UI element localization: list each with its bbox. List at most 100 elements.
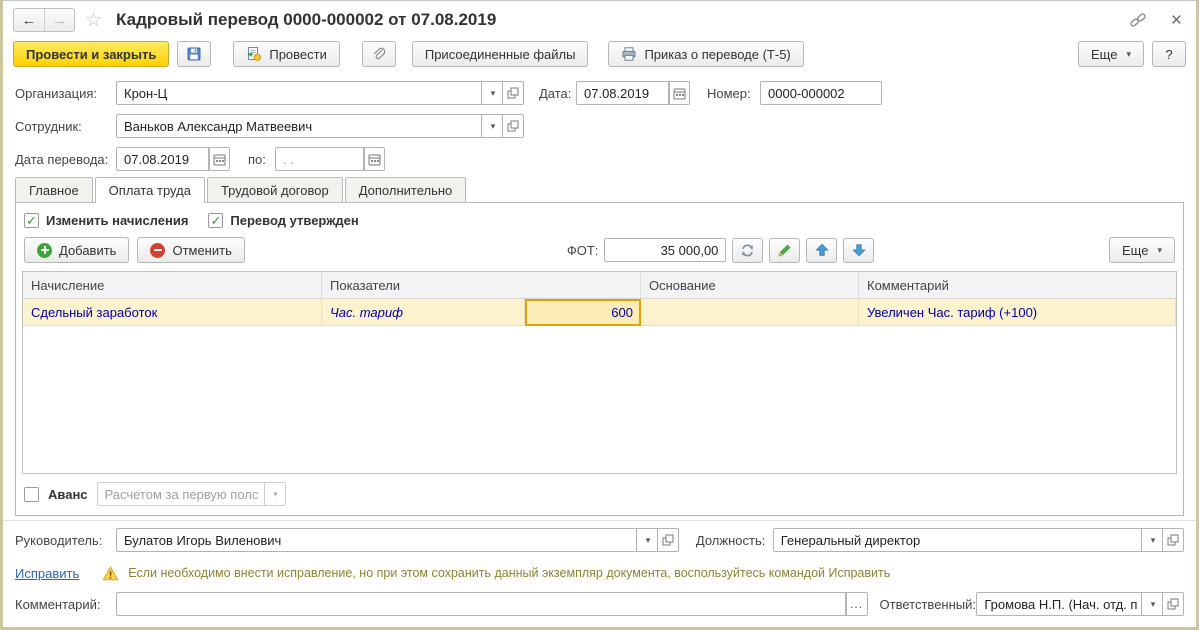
chevron-down-icon: ▾ xyxy=(1150,598,1156,609)
fot-label: ФОТ: xyxy=(566,242,599,258)
advance-row: Аванс Расчетом за первую полс ▾ xyxy=(22,474,1177,506)
cancel-row-button[interactable]: Отменить xyxy=(137,237,245,263)
print-transfer-order-label: Приказ о переводе (Т-5) xyxy=(644,46,791,62)
responsible-dropdown-button[interactable]: ▾ xyxy=(1142,592,1164,616)
close-icon[interactable]: × xyxy=(1171,11,1182,30)
transfer-approved-label: Перевод утвержден xyxy=(230,213,359,228)
manager-dropdown-button[interactable]: ▾ xyxy=(637,528,658,552)
favorite-star-icon[interactable]: ☆ xyxy=(85,11,102,30)
date-calendar-button[interactable] xyxy=(669,81,690,105)
advance-checkbox[interactable] xyxy=(24,486,39,502)
fix-hint-text: Если необходимо внести исправление, но п… xyxy=(128,566,891,580)
get-link-icon[interactable] xyxy=(1129,11,1147,29)
refresh-icon xyxy=(740,243,755,258)
transfer-date-input[interactable] xyxy=(116,147,209,171)
toolbar-more-button[interactable]: Еще ▾ xyxy=(1078,41,1144,67)
accruals-table: Начисление Показатели Основание Коммента… xyxy=(22,271,1177,474)
print-transfer-order-button[interactable]: Приказ о переводе (Т-5) xyxy=(608,41,804,67)
chevron-down-icon: ▾ xyxy=(1157,244,1162,255)
transfer-approved-checkbox[interactable]: ✓ Перевод утвержден xyxy=(208,213,359,228)
recalculate-button[interactable] xyxy=(732,237,764,263)
cell-basis[interactable] xyxy=(641,299,859,326)
move-up-button[interactable] xyxy=(806,237,838,263)
column-header-basis[interactable]: Основание xyxy=(641,272,859,299)
column-header-accrual[interactable]: Начисление xyxy=(23,272,322,299)
date-input[interactable] xyxy=(576,81,669,105)
add-plus-icon xyxy=(37,242,52,258)
fix-link[interactable]: Исправить xyxy=(15,566,79,581)
comment-row: Комментарий: ... Ответственный: Громова … xyxy=(15,592,1184,616)
employee-label: Сотрудник: xyxy=(15,118,82,134)
employee-dropdown-button[interactable]: ▾ xyxy=(482,114,503,138)
post-and-close-button[interactable]: Провести и закрыть xyxy=(13,41,170,67)
organization-input[interactable]: Крон-Ц xyxy=(116,81,482,105)
employee-input[interactable]: Ваньков Александр Матвеевич xyxy=(116,114,482,138)
header-fields: Организация: Крон-Ц ▾ Дата: Номер: Сотру… xyxy=(3,75,1196,171)
calendar-icon xyxy=(673,87,686,100)
change-accruals-checkbox[interactable]: ✓ Изменить начисления xyxy=(24,213,188,228)
transfer-date-row: Дата перевода: по: xyxy=(15,147,1184,171)
responsible-input[interactable]: Громова Н.П. (Нач. отд. п xyxy=(976,592,1143,616)
position-open-button[interactable] xyxy=(1163,528,1184,552)
chevron-down-icon: ▾ xyxy=(273,488,278,499)
transfer-to-input[interactable] xyxy=(275,147,364,171)
organization-open-button[interactable] xyxy=(503,81,524,105)
tab-salary[interactable]: Оплата труда xyxy=(94,177,205,203)
cell-comment[interactable]: Увеличен Час. тариф (+100) xyxy=(859,299,1176,326)
table-command-bar: Добавить Отменить ФОТ: 35 000,00 Еще ▾ xyxy=(22,237,1177,271)
post-label: Провести xyxy=(269,46,327,62)
comment-expand-button[interactable]: ... xyxy=(845,592,868,616)
transfer-to-calendar-button[interactable] xyxy=(364,147,385,171)
footer: Руководитель: Булатов Игорь Виленович ▾ … xyxy=(3,528,1196,616)
post-button[interactable]: Провести xyxy=(233,41,340,67)
advance-method-input[interactable]: Расчетом за первую полс xyxy=(96,482,265,506)
position-input[interactable]: Генеральный директор xyxy=(772,528,1143,552)
chevron-down-icon: ▾ xyxy=(490,87,496,98)
advance-dropdown-button[interactable]: ▾ xyxy=(264,482,286,506)
number-input[interactable] xyxy=(760,81,882,105)
forward-button[interactable]: → xyxy=(44,9,74,31)
employee-open-button[interactable] xyxy=(503,114,524,138)
add-label: Добавить xyxy=(59,242,117,258)
transfer-date-calendar-button[interactable] xyxy=(209,147,230,171)
position-label: Должность: xyxy=(695,532,766,548)
nav-history-group: ← → xyxy=(13,8,75,32)
footer-separator xyxy=(3,520,1196,521)
advance-label: Аванс xyxy=(48,486,88,502)
position-dropdown-button[interactable]: ▾ xyxy=(1142,528,1163,552)
open-form-icon xyxy=(507,87,519,99)
comment-input[interactable] xyxy=(116,592,846,616)
column-header-indicators[interactable]: Показатели xyxy=(322,272,641,299)
tab-main[interactable]: Главное xyxy=(15,177,93,202)
back-arrow-icon: ← xyxy=(21,11,37,29)
more-label: Еще xyxy=(1122,242,1149,258)
paperclip-button[interactable] xyxy=(361,41,396,67)
save-button[interactable] xyxy=(177,41,212,67)
column-header-comment[interactable]: Комментарий xyxy=(859,272,1176,299)
move-down-button[interactable] xyxy=(843,237,875,263)
help-button[interactable]: ? xyxy=(1152,41,1186,67)
organization-dropdown-button[interactable]: ▾ xyxy=(482,81,503,105)
cancel-label: Отменить xyxy=(172,242,232,258)
cell-accrual[interactable]: Сдельный заработок xyxy=(23,299,322,326)
edit-pencil-button[interactable] xyxy=(769,237,801,263)
tab-additional[interactable]: Дополнительно xyxy=(344,177,467,202)
attached-files-button[interactable]: Присоединенные файлы xyxy=(411,41,589,67)
comment-label: Комментарий: xyxy=(15,596,101,612)
cell-value-selected[interactable]: 600 xyxy=(525,299,641,326)
responsible-open-button[interactable] xyxy=(1163,592,1184,616)
change-accruals-label: Изменить начисления xyxy=(46,213,189,228)
manager-input[interactable]: Булатов Игорь Виленович xyxy=(116,528,637,552)
manager-open-button[interactable] xyxy=(657,528,679,552)
responsible-label: Ответственный: xyxy=(879,596,976,612)
back-button[interactable]: ← xyxy=(14,9,44,31)
fot-input[interactable] xyxy=(604,238,727,262)
add-row-button[interactable]: Добавить xyxy=(24,237,130,263)
more-label: Еще xyxy=(1091,46,1118,62)
tab-contract[interactable]: Трудовой договор xyxy=(206,177,343,202)
arrow-down-icon xyxy=(852,243,866,257)
table-more-button[interactable]: Еще ▾ xyxy=(1109,237,1175,263)
transfer-date-label: Дата перевода: xyxy=(15,151,109,167)
help-label: ? xyxy=(1165,46,1173,62)
cell-indicator[interactable]: Час. тариф xyxy=(322,299,525,326)
